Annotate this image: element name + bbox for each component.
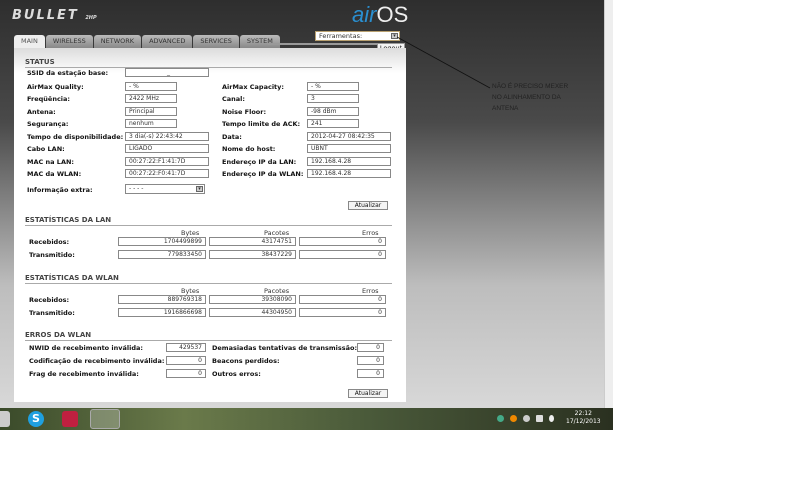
- annotation-note: NÃO É PRECISO MEXER NO ALINHAMENTO DA AN…: [492, 81, 568, 114]
- sticky-notes-icon[interactable]: [90, 409, 120, 429]
- date: 17/12/2013: [566, 418, 601, 425]
- skype-icon[interactable]: S: [28, 411, 44, 427]
- access-icon[interactable]: [62, 411, 78, 427]
- taskbar: S 22:12 17/12/2013: [0, 408, 613, 430]
- tray-icon[interactable]: [497, 415, 504, 422]
- app-icon[interactable]: [0, 411, 10, 427]
- time: 22:12: [574, 410, 592, 417]
- annotation-arrow: [396, 36, 491, 89]
- network-icon[interactable]: [536, 415, 543, 422]
- browser-viewport: BULLET 2HP airOS MAIN WIRELESS NETWORK A…: [0, 0, 613, 408]
- note-line: NÃO É PRECISO MEXER: [492, 83, 569, 90]
- tray-icon[interactable]: [510, 415, 517, 422]
- note-line: NO ALINHAMENTO DA: [492, 94, 561, 101]
- note-line: ANTENA: [492, 105, 519, 112]
- volume-icon[interactable]: [549, 415, 554, 422]
- clock[interactable]: 22:12 17/12/2013: [566, 410, 601, 426]
- tray-icon[interactable]: [523, 415, 530, 422]
- scrollbar[interactable]: [604, 0, 613, 408]
